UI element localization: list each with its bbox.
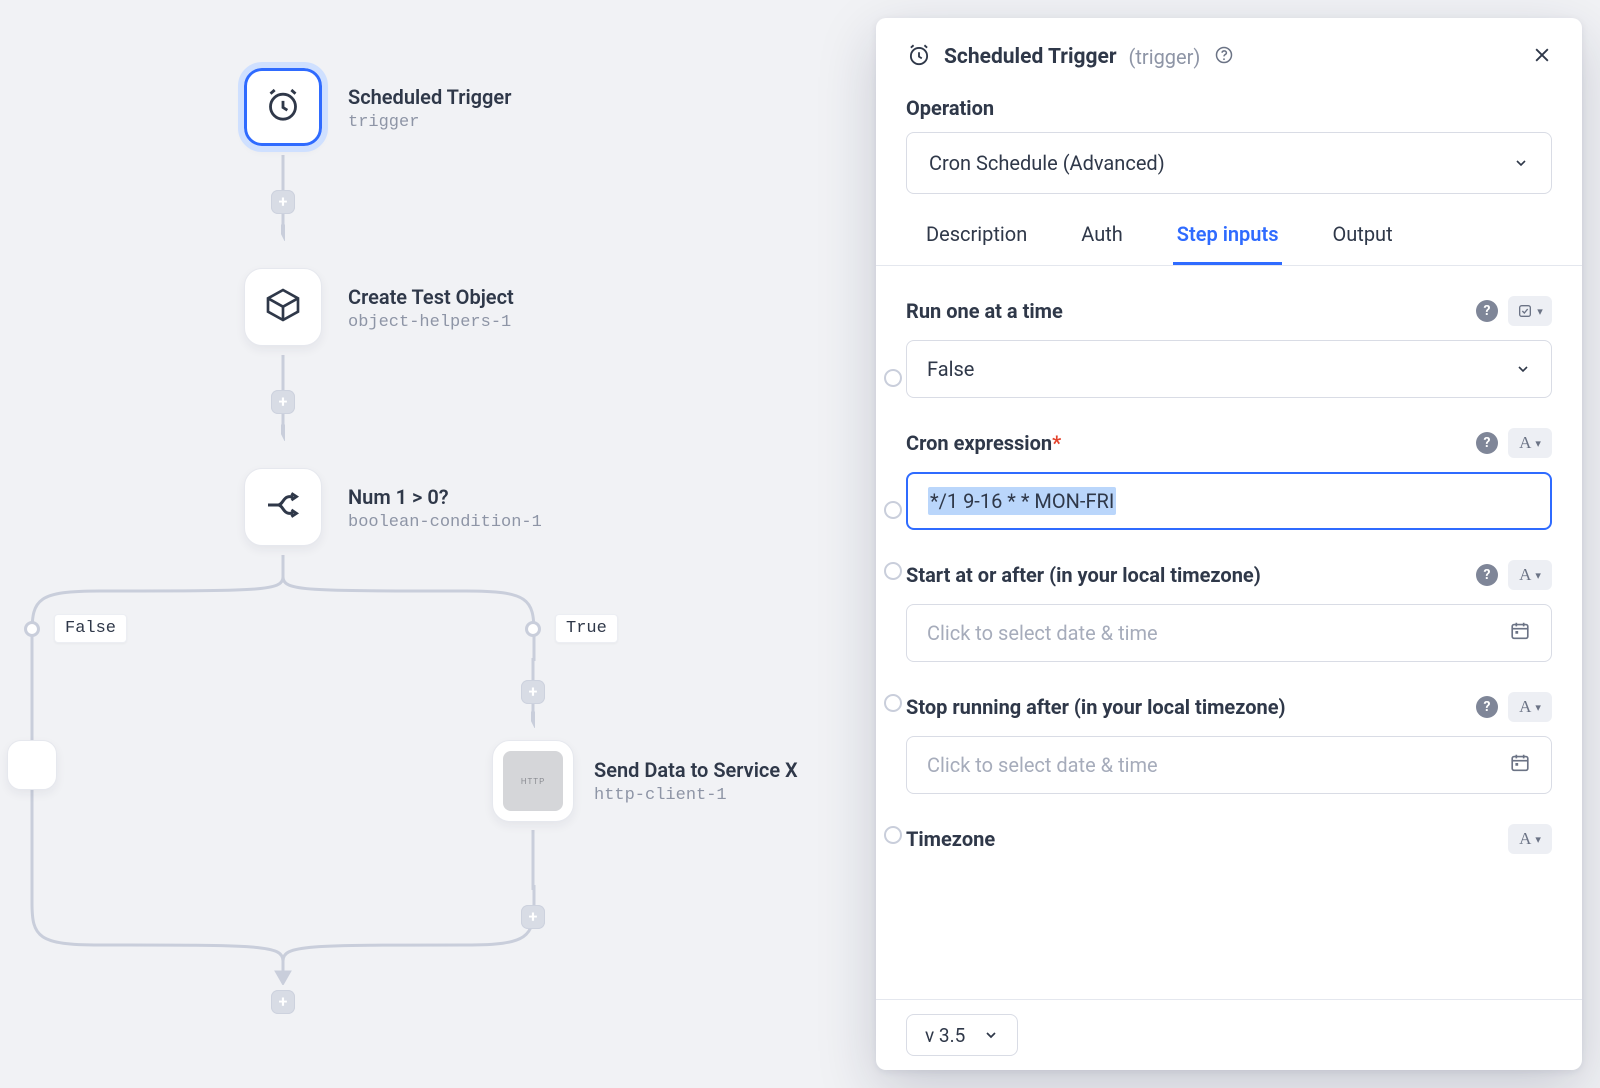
version-select[interactable]: v 3.5 bbox=[906, 1014, 1018, 1056]
cron-expression-input[interactable]: */1 9-16 * * MON-FRI bbox=[906, 472, 1552, 530]
operation-value: Cron Schedule (Advanced) bbox=[929, 151, 1165, 175]
tab-auth[interactable]: Auth bbox=[1077, 222, 1127, 265]
chevron-down-icon bbox=[983, 1025, 999, 1048]
panel-tabs: Description Auth Step inputs Output bbox=[876, 194, 1582, 266]
add-step-button[interactable]: + bbox=[271, 990, 295, 1014]
field-type-chip[interactable]: A▾ bbox=[1508, 428, 1552, 458]
node-subtitle: http-client-1 bbox=[594, 786, 798, 805]
add-step-button[interactable]: + bbox=[521, 680, 545, 704]
node-subtitle: trigger bbox=[348, 113, 511, 132]
step-inputs-form: Run one at a time ? ▾ False bbox=[876, 266, 1582, 999]
field-type-chip[interactable]: A▾ bbox=[1508, 560, 1552, 590]
node-subtitle: object-helpers-1 bbox=[348, 313, 514, 332]
run-one-select[interactable]: False bbox=[906, 340, 1552, 398]
node-empty[interactable] bbox=[7, 740, 57, 790]
panel-title: Scheduled Trigger bbox=[944, 45, 1117, 69]
field-label: Cron expression* bbox=[906, 431, 1466, 455]
node-title: Num 1 > 0? bbox=[348, 485, 542, 509]
stop-at-input[interactable]: Click to select date & time bbox=[906, 736, 1552, 794]
stop-at-placeholder: Click to select date & time bbox=[927, 753, 1158, 777]
field-type-chip[interactable]: A▾ bbox=[1508, 692, 1552, 722]
operation-label: Operation bbox=[876, 72, 1582, 132]
tab-output[interactable]: Output bbox=[1328, 222, 1396, 265]
alarm-clock-icon bbox=[263, 85, 303, 129]
field-label: Timezone bbox=[906, 827, 1498, 851]
add-step-button[interactable]: + bbox=[271, 390, 295, 414]
add-step-button[interactable]: + bbox=[271, 190, 295, 214]
operation-select[interactable]: Cron Schedule (Advanced) bbox=[906, 132, 1552, 194]
node-subtitle: boolean-condition-1 bbox=[348, 513, 542, 532]
field-connector-icon bbox=[884, 501, 902, 519]
http-icon: HTTP bbox=[503, 751, 563, 811]
field-connector-icon bbox=[884, 826, 902, 844]
field-connector-icon bbox=[884, 694, 902, 712]
node-boolean-condition[interactable] bbox=[244, 468, 322, 546]
help-icon[interactable] bbox=[1214, 45, 1234, 69]
node-title: Send Data to Service X bbox=[594, 758, 798, 782]
node-scheduled-trigger[interactable] bbox=[244, 68, 322, 146]
help-icon[interactable]: ? bbox=[1476, 432, 1498, 454]
help-icon[interactable]: ? bbox=[1476, 564, 1498, 586]
close-icon[interactable] bbox=[1532, 45, 1552, 69]
branch-icon bbox=[263, 485, 303, 529]
field-type-chip[interactable]: ▾ bbox=[1508, 296, 1552, 326]
node-title: Create Test Object bbox=[348, 285, 514, 309]
field-type-chip[interactable]: A▾ bbox=[1508, 824, 1552, 854]
version-value: v 3.5 bbox=[925, 1024, 965, 1047]
run-one-value: False bbox=[927, 357, 974, 381]
field-connector-icon bbox=[884, 562, 902, 580]
node-title: Scheduled Trigger bbox=[348, 85, 511, 109]
field-connector-icon bbox=[884, 369, 902, 387]
chevron-down-icon bbox=[1515, 358, 1531, 382]
panel-title-tag: (trigger) bbox=[1129, 45, 1201, 69]
start-at-input[interactable]: Click to select date & time bbox=[906, 604, 1552, 662]
field-label: Start at or after (in your local timezon… bbox=[906, 563, 1466, 587]
step-config-panel: Scheduled Trigger (trigger) Operation Cr… bbox=[876, 18, 1582, 1070]
help-icon[interactable]: ? bbox=[1476, 300, 1498, 322]
field-label: Run one at a time bbox=[906, 299, 1466, 323]
cube-icon bbox=[263, 285, 303, 329]
chevron-down-icon bbox=[1513, 152, 1529, 176]
node-create-test-object[interactable] bbox=[244, 268, 322, 346]
branch-label-true: True bbox=[555, 614, 618, 643]
field-label: Stop running after (in your local timezo… bbox=[906, 695, 1466, 719]
calendar-icon bbox=[1509, 620, 1531, 647]
add-step-button[interactable]: + bbox=[521, 905, 545, 929]
calendar-icon bbox=[1509, 752, 1531, 779]
alarm-clock-icon bbox=[906, 42, 932, 72]
branch-dot bbox=[525, 621, 541, 637]
node-http-client[interactable]: HTTP bbox=[492, 740, 574, 822]
cron-expression-value: */1 9-16 * * MON-FRI bbox=[928, 487, 1116, 515]
tab-description[interactable]: Description bbox=[922, 222, 1031, 265]
tab-step-inputs[interactable]: Step inputs bbox=[1173, 222, 1283, 265]
branch-label-false: False bbox=[54, 614, 127, 643]
branch-dot bbox=[24, 621, 40, 637]
help-icon[interactable]: ? bbox=[1476, 696, 1498, 718]
start-at-placeholder: Click to select date & time bbox=[927, 621, 1158, 645]
